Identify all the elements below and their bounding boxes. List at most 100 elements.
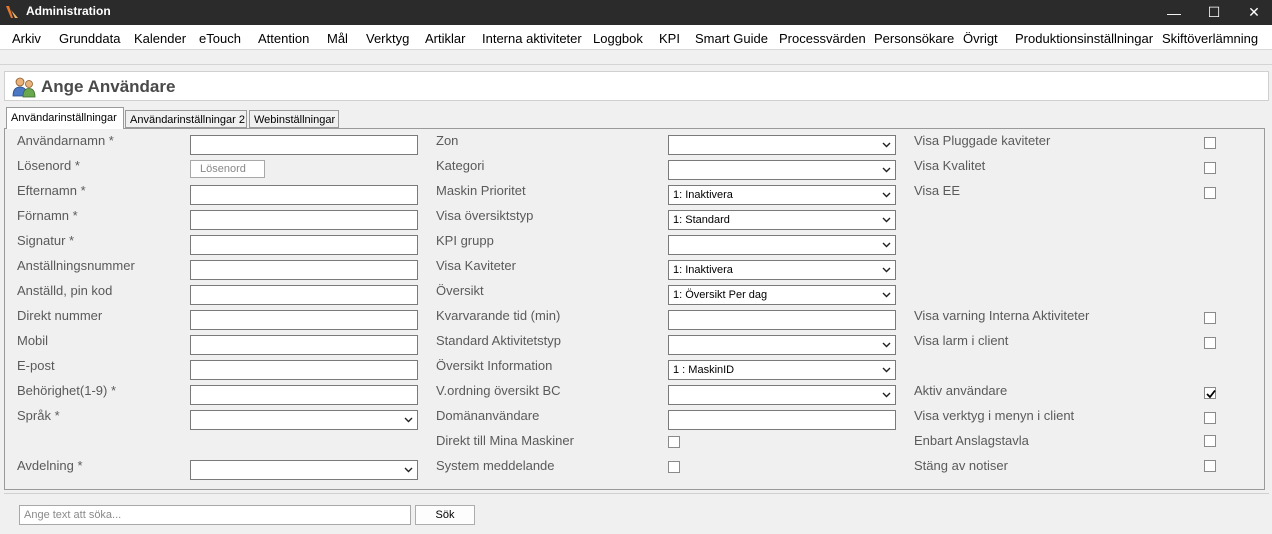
search-button[interactable]: Sök <box>415 505 475 525</box>
zon-select[interactable] <box>668 135 896 155</box>
label-signatur: Signatur * <box>17 233 75 248</box>
visa-kaviteter-select[interactable]: 1: Inaktivera <box>668 260 896 280</box>
kategori-select[interactable] <box>668 160 896 180</box>
label-oversikt: Översikt <box>436 283 484 298</box>
direkt-till-mina-maskiner-checkbox[interactable] <box>668 436 680 448</box>
label-zon: Zon <box>436 133 459 148</box>
label-anstallningsnummer: Anställningsnummer <box>17 258 135 273</box>
menu-produktionsinstallningar[interactable]: Produktionsinställningar <box>1015 31 1153 46</box>
label-visa-kvalitet: Visa Kvalitet <box>914 158 986 173</box>
oversikt-information-select[interactable]: 1 : MaskinID <box>668 360 896 380</box>
menu-arkiv[interactable]: Arkiv <box>12 31 41 46</box>
label-behorighet: Behörighet(1-9) * <box>17 383 116 398</box>
menu-interna-aktiviteter[interactable]: Interna aktiviteter <box>482 31 582 46</box>
label-maskin-prioritet: Maskin Prioritet <box>436 183 526 198</box>
menu-etouch[interactable]: eTouch <box>199 31 241 46</box>
oversikt-select[interactable]: 1: Översikt Per dag <box>668 285 896 305</box>
menu-ovrigt[interactable]: Övrigt <box>963 31 998 46</box>
menu-personsokare[interactable]: Personsökare <box>874 31 954 46</box>
label-pin-kod: Anställd, pin kod <box>17 283 113 298</box>
menu-smart-guide[interactable]: Smart Guide <box>695 31 768 46</box>
visa-kvalitet-checkbox[interactable] <box>1204 162 1216 174</box>
vordning-oversikt-bc-select[interactable] <box>668 385 896 405</box>
anstallningsnummer-input[interactable] <box>190 260 418 280</box>
chevron-down-icon <box>404 417 413 423</box>
menu-loggbok[interactable]: Loggbok <box>593 31 643 46</box>
visa-varning-interna-aktiviteter-checkbox[interactable] <box>1204 312 1216 324</box>
label-direkt-nummer: Direkt nummer <box>17 308 103 323</box>
close-button[interactable]: ✕ <box>1234 0 1272 25</box>
page-header: Ange Användare <box>4 71 1269 101</box>
menu-verktyg[interactable]: Verktyg <box>366 31 409 46</box>
label-losenord: Lösenord * <box>17 158 80 173</box>
enbart-anslagstavla-checkbox[interactable] <box>1204 435 1216 447</box>
direkt-nummer-input[interactable] <box>190 310 418 330</box>
window-title: Administration <box>26 4 111 18</box>
tab-webinstallningar[interactable]: Webinställningar <box>249 110 339 128</box>
mobil-input[interactable] <box>190 335 418 355</box>
label-domananvandare: Domänanvändare <box>436 408 540 423</box>
signatur-input[interactable] <box>190 235 418 255</box>
sprak-select[interactable] <box>190 410 418 430</box>
domananvandare-input[interactable] <box>668 410 896 430</box>
fornamn-input[interactable] <box>190 210 418 230</box>
kpi-grupp-select[interactable] <box>668 235 896 255</box>
menu-grunddata[interactable]: Grunddata <box>59 31 120 46</box>
users-icon <box>12 77 36 98</box>
menu-attention[interactable]: Attention <box>258 31 309 46</box>
visa-oversiktstyp-select[interactable]: 1: Standard <box>668 210 896 230</box>
label-oversikt-information: Översikt Information <box>436 358 553 373</box>
chevron-down-icon <box>882 392 891 398</box>
label-visa-kaviteter: Visa Kaviteter <box>436 258 516 273</box>
system-meddelande-checkbox[interactable] <box>668 461 680 473</box>
label-visa-varning-interna-aktiviteter: Visa varning Interna Aktiviteter <box>914 308 1090 323</box>
behorighet-input[interactable] <box>190 385 418 405</box>
kvarvarande-tid-input[interactable] <box>668 310 896 330</box>
visa-pluggade-kaviteter-checkbox[interactable] <box>1204 137 1216 149</box>
menu-processvarden[interactable]: Processvärden <box>779 31 866 46</box>
chevron-down-icon <box>882 167 891 173</box>
minimize-button[interactable]: — <box>1154 0 1194 25</box>
menu-kpi[interactable]: KPI <box>659 31 680 46</box>
toolstrip <box>0 51 1272 65</box>
visa-ee-checkbox[interactable] <box>1204 187 1216 199</box>
aktiv-anvandare-checkbox[interactable] <box>1204 387 1216 399</box>
label-mobil: Mobil <box>17 333 49 348</box>
label-visa-ee: Visa EE <box>914 183 961 198</box>
chevron-down-icon <box>882 267 891 273</box>
standard-aktivitetstyp-select[interactable] <box>668 335 896 355</box>
label-kvarvarande-tid: Kvarvarande tid (min) <box>436 308 561 323</box>
oversikt-value: 1: Översikt Per dag <box>673 289 768 301</box>
maximize-button[interactable]: ☐ <box>1194 0 1234 25</box>
label-enbart-anslagstavla: Enbart Anslagstavla <box>914 433 1029 448</box>
visa-verktyg-checkbox[interactable] <box>1204 412 1216 424</box>
label-kategori: Kategori <box>436 158 485 173</box>
chevron-down-icon <box>882 342 891 348</box>
chevron-down-icon <box>882 292 891 298</box>
epost-input[interactable] <box>190 360 418 380</box>
visa-kaviteter-value: 1: Inaktivera <box>673 264 733 276</box>
title-bar: Administration — ☐ ✕ <box>0 0 1272 25</box>
menu-skiftoverlamning[interactable]: Skiftöverlämning <box>1162 31 1258 46</box>
pin-kod-input[interactable] <box>190 285 418 305</box>
tab-anvandarinstallningar[interactable]: Användarinställningar <box>6 107 124 129</box>
label-visa-verktyg: Visa verktyg i menyn i client <box>914 408 1075 423</box>
avdelning-select[interactable] <box>190 460 418 480</box>
label-stang-av-notiser: Stäng av notiser <box>914 458 1008 473</box>
chevron-down-icon <box>882 367 891 373</box>
label-visa-larm-i-client: Visa larm i client <box>914 333 1009 348</box>
menu-bar: Arkiv Grunddata Kalender eTouch Attentio… <box>0 25 1272 50</box>
menu-mal[interactable]: Mål <box>327 31 348 46</box>
label-sprak: Språk * <box>17 408 60 423</box>
anvandarnamn-input[interactable] <box>190 135 418 155</box>
visa-larm-i-client-checkbox[interactable] <box>1204 337 1216 349</box>
password-input[interactable]: Lösenord <box>190 160 265 178</box>
chevron-down-icon <box>882 217 891 223</box>
search-input[interactable] <box>19 505 411 525</box>
menu-artiklar[interactable]: Artiklar <box>425 31 465 46</box>
stang-av-notiser-checkbox[interactable] <box>1204 460 1216 472</box>
menu-kalender[interactable]: Kalender <box>134 31 186 46</box>
tab-anvandarinstallningar-2[interactable]: Användarinställningar 2 <box>125 110 247 128</box>
maskin-prioritet-select[interactable]: 1: Inaktivera <box>668 185 896 205</box>
efternamn-input[interactable] <box>190 185 418 205</box>
